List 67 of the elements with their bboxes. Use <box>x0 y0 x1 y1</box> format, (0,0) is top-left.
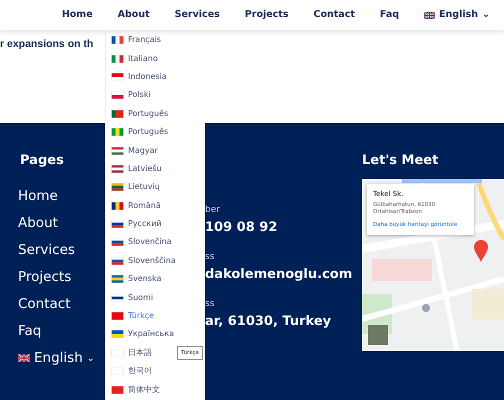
language-option[interactable]: Português <box>106 122 168 142</box>
language-option[interactable]: Lietuvių <box>106 178 160 197</box>
nav-link-item[interactable]: Projects <box>244 8 288 22</box>
language-option[interactable]: Indonesia <box>106 68 167 86</box>
footer-link[interactable]: Faq <box>18 318 105 345</box>
caret-icon: ⌄ <box>86 344 95 372</box>
language-option[interactable]: Slovenčina <box>106 233 172 252</box>
flag-icon <box>111 330 124 338</box>
flag-icon <box>111 275 124 284</box>
language-option[interactable]: 日本語 <box>106 344 152 362</box>
language-option[interactable]: Français <box>106 31 161 50</box>
flag-icon <box>111 146 124 155</box>
contact-value: 109 08 92 <box>205 218 278 236</box>
flag-icon <box>111 128 124 136</box>
flag-icon <box>111 72 124 81</box>
flag-icon <box>111 54 124 63</box>
nav-link-item[interactable]: Faq <box>380 8 400 22</box>
flag-icon <box>111 367 124 376</box>
contact-label: ber <box>205 204 221 217</box>
flag-icon <box>111 164 124 173</box>
nav-link-item[interactable]: Contact <box>314 8 355 22</box>
language-option[interactable]: Română <box>106 196 161 215</box>
nav-link-item[interactable]: Services <box>174 8 220 22</box>
contact-value: ar, 61030, Turkey <box>205 312 332 330</box>
flag-icon <box>111 348 124 357</box>
language-option[interactable]: Latviešu <box>106 160 162 178</box>
language-option[interactable]: Svenska <box>106 270 162 288</box>
language-option[interactable]: Português <box>106 104 168 123</box>
flag-icon <box>18 354 30 362</box>
footer-link[interactable]: Projects <box>18 264 105 291</box>
contact-value: dakolemenoglu.com <box>205 266 352 284</box>
section-title: Pages <box>20 153 65 169</box>
language-option[interactable]: 简体中文 <box>106 380 160 399</box>
language-option[interactable]: Русский <box>106 214 162 234</box>
flag-icon <box>111 110 124 118</box>
language-option[interactable]: Magyar <box>106 141 158 160</box>
flag-icon <box>111 386 124 394</box>
flag-icon <box>111 183 124 192</box>
language-option[interactable]: Polski <box>106 86 151 105</box>
flag-icon <box>111 220 124 228</box>
language-option[interactable]: 한국어 <box>106 362 152 380</box>
footer-link[interactable]: Home <box>18 182 105 210</box>
flag-icon <box>424 12 436 18</box>
section-title: Let's Meet <box>362 153 440 169</box>
language-selector[interactable]: English ⌄ <box>18 344 105 372</box>
nav-link-item[interactable]: About <box>118 8 150 22</box>
contact-label: ss <box>205 251 216 264</box>
language-option[interactable]: Українська <box>106 325 174 344</box>
language-option[interactable]: Italiano <box>106 49 158 68</box>
language-option[interactable]: Suomi <box>106 288 154 307</box>
flag-icon <box>111 91 124 100</box>
language-selector[interactable]: English ⌄ <box>424 8 490 22</box>
language-option[interactable]: Türkçe <box>106 306 154 326</box>
footer-link[interactable]: Contact <box>18 290 105 318</box>
flag-icon <box>111 256 124 265</box>
flag-icon <box>111 294 124 302</box>
contact-label: ss <box>205 298 216 311</box>
caret-icon: ⌄ <box>482 8 490 22</box>
flag-icon <box>111 202 124 210</box>
flag-icon <box>111 312 124 320</box>
page-heading: r expansions on th <box>0 37 94 51</box>
language-option[interactable]: Slovenščina <box>106 252 176 270</box>
nav-link-item[interactable]: Home <box>62 8 93 22</box>
footer-link[interactable]: About <box>18 210 105 237</box>
footer-link[interactable]: Services <box>18 236 105 264</box>
flag-icon <box>111 238 124 246</box>
flag-icon <box>111 36 124 44</box>
